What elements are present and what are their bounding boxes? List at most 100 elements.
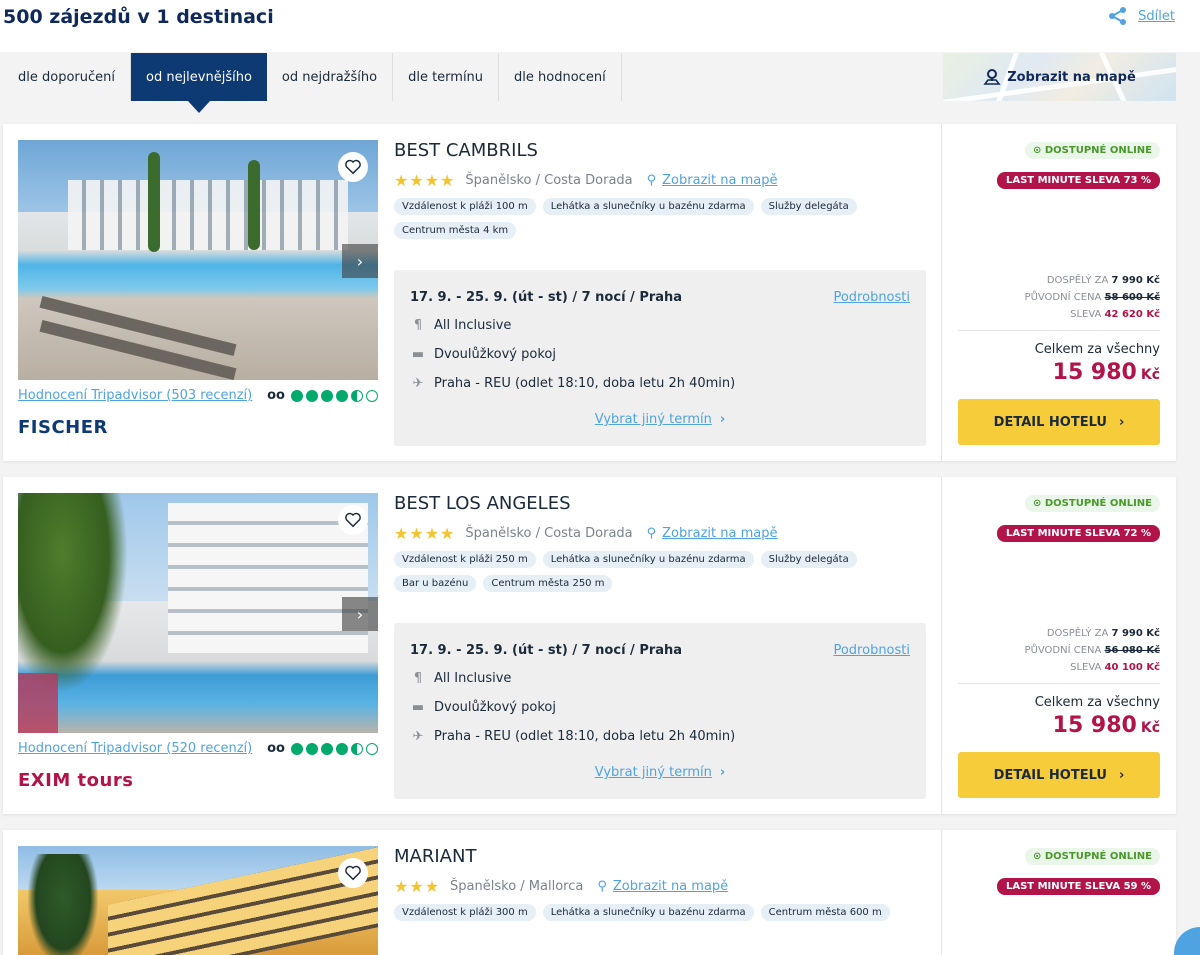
original-price: 58 600 Kč [1104,292,1160,303]
online-badge: ⊙ DOSTUPNÉ ONLINE [1025,495,1160,512]
rating-dot [291,742,303,755]
price-breakdown: DOSPĚLÝ ZA 7 990 Kč PŮVODNÍ CENA 58 600 … [1024,275,1160,320]
next-photo-button[interactable]: › [342,597,378,631]
rating-dot [351,389,363,402]
share-icon[interactable] [1108,6,1128,26]
chat-bubble-icon[interactable] [1174,927,1200,955]
tripadvisor-link[interactable]: Hodnocení Tripadvisor (520 recenzí) [18,741,252,756]
tour-operator-logo: EXIM tours [18,770,134,791]
total-label: Celkem za všechny [1034,695,1160,710]
rating-dot [306,389,318,402]
rating-dot [351,742,363,755]
other-term-link[interactable]: Vybrat jiný termín [595,765,712,780]
map-pin-icon: ⚲ [646,526,657,541]
hotel-tags: Vzdálenost k pláži 100 m Lehátka a slune… [394,198,926,239]
flight-info: Praha - REU (odlet 18:10, doba letu 2h 4… [434,376,736,391]
term-dates: 17. 9. - 25. 9. (út - st) / 7 nocí / Pra… [410,290,683,305]
hotel-photo[interactable]: › [18,140,378,380]
sort-tab-date[interactable]: dle termínu [393,53,500,101]
hotel-map-link[interactable]: Zobrazit na mapě [662,526,777,541]
discount-amount: 42 620 Kč [1104,309,1160,320]
star-rating: ★★★ [394,877,441,896]
hotel-card: › Hodnocení Tripadvisor (520 recenzí) oo… [3,477,1176,814]
plane-icon: ✈ [412,729,424,744]
hotel-photo[interactable] [18,846,378,955]
meal-icon: ¶ [413,671,423,686]
plane-icon: ✈ [412,376,424,391]
hotel-tag: Vzdálenost k pláži 250 m [394,551,536,568]
online-badge: ⊙ DOSTUPNÉ ONLINE [1025,142,1160,159]
divider [958,683,1160,684]
tour-operator-logo: FISCHER [18,417,108,438]
hotel-location: Španělsko / Costa Dorada [465,173,633,188]
heart-icon [345,159,361,175]
favorite-button[interactable] [338,505,368,535]
bed-icon: ▬ [411,347,425,362]
tripadvisor-owl-icon: oo [267,388,285,403]
map-pin-icon: ⚲ [646,173,657,188]
show-map-button[interactable]: Zobrazit na mapě [943,53,1176,101]
rating-dot [306,742,318,755]
online-badge: ⊙ DOSTUPNÉ ONLINE [1025,848,1160,865]
hotel-tag: Vzdálenost k pláži 100 m [394,198,536,215]
rating-dot [366,389,378,402]
discount-amount: 40 100 Kč [1104,662,1160,673]
rating-dot [366,742,378,755]
favorite-button[interactable] [338,152,368,182]
tripadvisor-link[interactable]: Hodnocení Tripadvisor (503 recenzí) [18,388,252,403]
share-control[interactable]: Sdílet [1108,6,1175,26]
share-link[interactable]: Sdílet [1138,9,1175,24]
chevron-right-icon: › [719,412,726,427]
hotel-map-link[interactable]: Zobrazit na mapě [613,879,728,894]
sale-badge: LAST MINUTE SLEVA 73 % [996,172,1160,189]
total-label: Celkem za všechny [1034,342,1160,357]
hotel-photo[interactable]: › [18,493,378,733]
rating-dot [321,742,333,755]
favorite-button[interactable] [338,858,368,888]
original-price: 56 080 Kč [1104,645,1160,656]
rating-dot [291,389,303,402]
board-type: All Inclusive [434,318,512,333]
hotel-tag: Lehátka a slunečníky u bazénu zdarma [542,198,754,215]
map-pin-icon: ⚲ [597,879,607,894]
hotel-tags: Vzdálenost k pláži 300 m Lehátka a slune… [394,904,926,921]
tripadvisor-rating: oo [267,388,378,403]
chevron-right-icon: › [1118,767,1125,783]
room-type: Dvoulůžkový pokoj [434,347,556,362]
detail-hotel-button[interactable]: DETAIL HOTELU › [958,399,1160,445]
top-bar: 500 zájezdů v 1 destinaci Sdílet [0,0,1200,52]
other-term-link[interactable]: Vybrat jiný termín [595,412,712,427]
sort-tab-rating[interactable]: dle hodnocení [499,53,622,101]
room-type: Dvoulůžkový pokoj [434,700,556,715]
hotel-map-link[interactable]: Zobrazit na mapě [662,173,777,188]
hotel-name[interactable]: BEST LOS ANGELES [394,493,926,514]
hotel-name[interactable]: MARIANT [394,846,926,867]
sale-badge: LAST MINUTE SLEVA 59 % [996,878,1160,895]
details-link[interactable]: Podrobnosti [833,643,910,658]
hotel-tag: Centrum města 250 m [483,575,613,592]
sort-tab-most-expensive[interactable]: od nejdražšího [267,53,394,101]
rating-dot [336,389,348,402]
term-box: 17. 9. - 25. 9. (út - st) / 7 nocí / Pra… [394,623,926,799]
hotel-name[interactable]: BEST CAMBRILS [394,140,926,161]
term-box: 17. 9. - 25. 9. (út - st) / 7 nocí / Pra… [394,270,926,446]
hotel-location: Španělsko / Costa Dorada [465,526,633,541]
term-dates: 17. 9. - 25. 9. (út - st) / 7 nocí / Pra… [410,643,683,658]
map-pin-icon [983,69,1001,85]
hotel-tag: Služby delegáta [760,551,857,568]
meal-icon: ¶ [413,318,423,333]
price-breakdown: DOSPĚLÝ ZA 7 990 Kč PŮVODNÍ CENA 56 080 … [1024,628,1160,673]
page-title: 500 zájezdů v 1 destinaci [3,6,274,28]
hotel-tag: Služby delegáta [760,198,857,215]
divider [958,330,1160,331]
detail-hotel-button[interactable]: DETAIL HOTELU › [958,752,1160,798]
chevron-right-icon: › [719,765,726,780]
board-type: All Inclusive [434,671,512,686]
star-rating: ★★★★ [394,524,456,543]
next-photo-button[interactable]: › [342,244,378,278]
sort-tab-cheapest[interactable]: od nejlevnějšího [131,53,267,113]
details-link[interactable]: Podrobnosti [833,290,910,305]
sort-tab-recommended[interactable]: dle doporučení [3,53,131,101]
show-map-label: Zobrazit na mapě [1007,69,1136,85]
tripadvisor-owl-icon: oo [267,741,285,756]
